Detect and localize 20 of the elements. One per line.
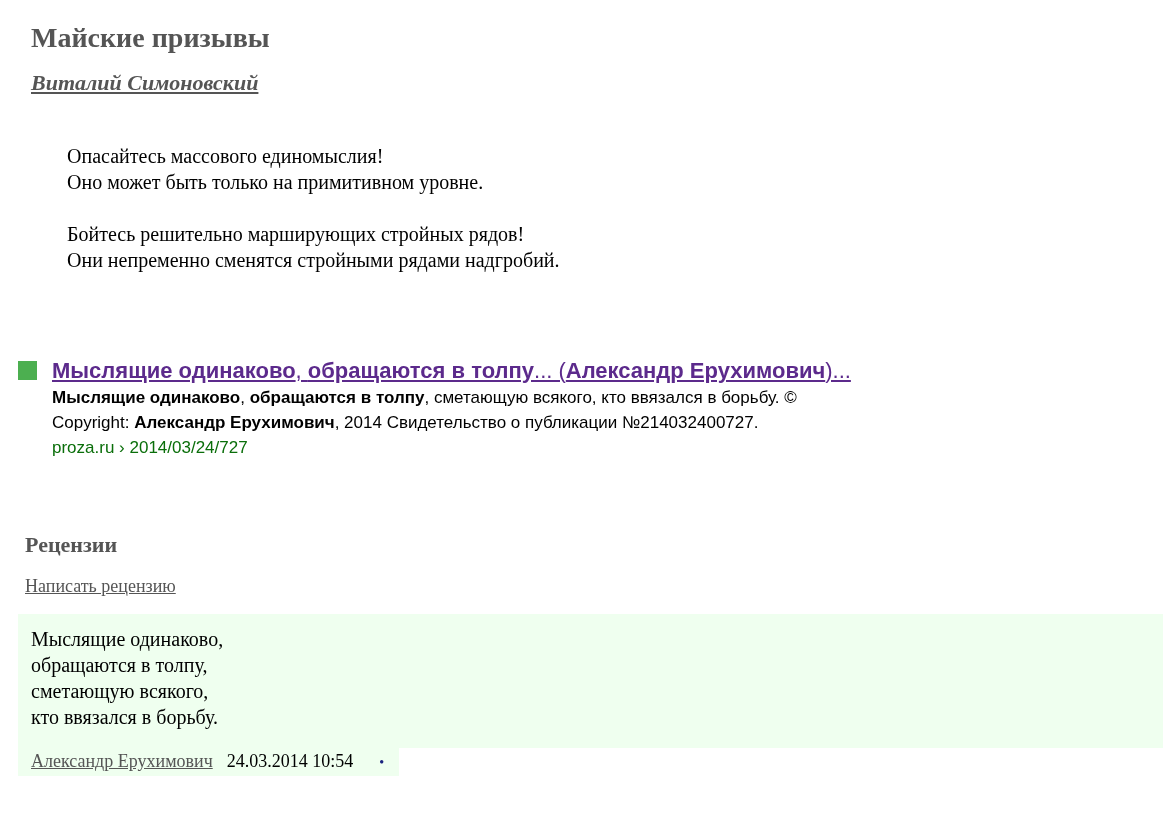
write-review-link[interactable]: Написать рецензию (25, 574, 176, 598)
review-line: кто ввязался в борьбу. (31, 705, 219, 730)
poem-line: Опасайтесь массового единомыслия! (67, 144, 385, 169)
result-snippet: Copyright: Александр Ерухимович, 2014 Свидетельство о публикации №214032400727. (52, 412, 760, 434)
review-line: Мыслящие одинаково, (31, 627, 225, 652)
page-title: Майские призывы (31, 21, 271, 55)
result-snippet: Мыслящие одинаково, обращаются в толпу, сметающую всякого, кто ввязался в борьбу. © (52, 387, 798, 409)
result-link[interactable]: Мыслящие одинаково, обращаются в толпу... (Александр Ерухимович)... (52, 358, 851, 383)
poem-line: Оно может быть только на примитивном уровне. (67, 170, 485, 195)
square-icon (18, 361, 37, 380)
bullet-mark: • (379, 754, 385, 772)
result-url: proza.ru › 2014/03/24/727 (52, 437, 249, 459)
review-date: 24.03.2014 10:54 (226, 750, 354, 773)
poem-line: Они непременно сменятся стройными рядами надгробий. (67, 248, 561, 273)
review-line: сметающую всякого, (31, 679, 210, 704)
review-line: обращаются в толпу, (31, 653, 209, 678)
author-link[interactable]: Виталий Симоновский (31, 68, 259, 98)
poem-line: Бойтесь решительно марширующих стройных рядов! (67, 222, 526, 247)
review-author-link[interactable]: Александр Ерухимович (31, 748, 213, 774)
reviews-heading: Рецензии (25, 531, 119, 559)
